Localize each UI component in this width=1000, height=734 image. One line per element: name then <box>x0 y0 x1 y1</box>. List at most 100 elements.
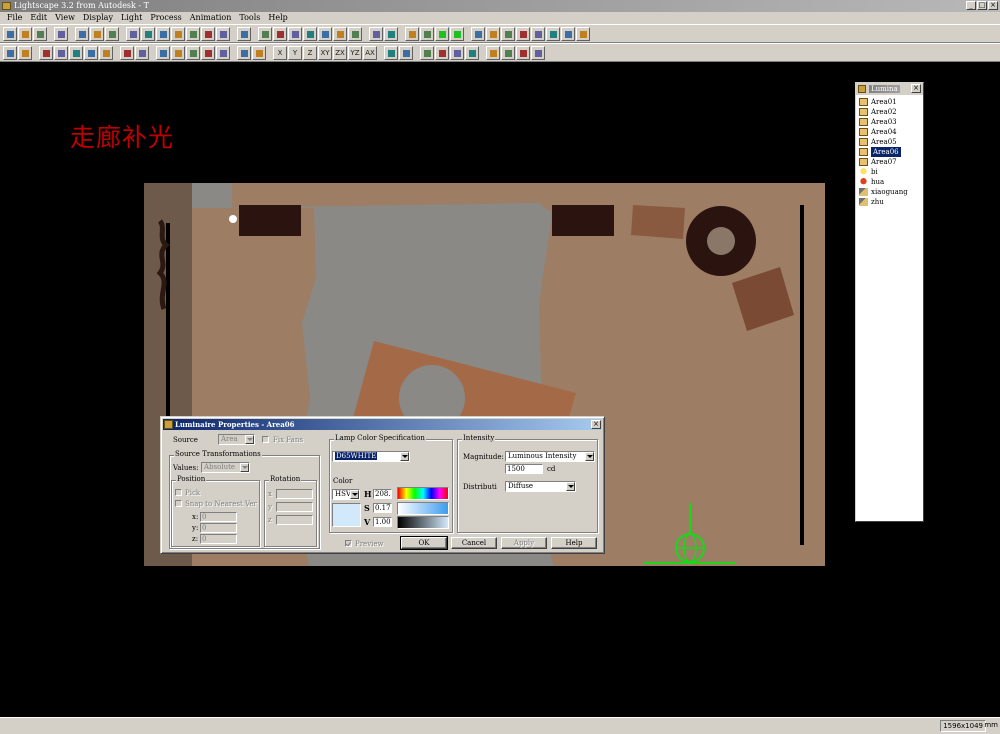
position-y-field[interactable]: 0 <box>200 523 237 533</box>
shading-off-icon[interactable] <box>405 26 419 41</box>
maximize-button[interactable]: □ <box>977 1 987 10</box>
orbit-icon[interactable] <box>258 26 272 41</box>
plane-axis-icon[interactable]: AX <box>363 45 377 60</box>
menu-display[interactable]: Display <box>79 12 117 24</box>
preview-checkbox[interactable] <box>345 540 352 547</box>
block-icon[interactable] <box>156 45 170 60</box>
rotation-x-field[interactable] <box>276 489 313 499</box>
source-select[interactable]: Area <box>218 434 255 445</box>
panel-close-button[interactable]: × <box>911 84 921 93</box>
block5-icon[interactable] <box>216 45 230 60</box>
move-icon[interactable] <box>237 45 251 60</box>
paste-icon[interactable] <box>135 45 149 60</box>
wireframe-icon[interactable] <box>237 26 251 41</box>
fix-fans-checkbox[interactable] <box>262 436 269 443</box>
select-surface4-icon[interactable] <box>84 45 98 60</box>
help-icon[interactable] <box>90 26 104 41</box>
luminaire-list-item[interactable]: hua <box>858 177 922 187</box>
layer-icon[interactable] <box>141 26 155 41</box>
tool-e-icon[interactable] <box>516 45 530 60</box>
layer5-icon[interactable] <box>201 26 215 41</box>
context-help-icon[interactable] <box>105 26 119 41</box>
luminaire-list-item[interactable]: Area06 <box>858 147 922 157</box>
luminaire-list-item[interactable]: zhu <box>858 197 922 207</box>
layer6-icon[interactable] <box>216 26 230 41</box>
menu-process[interactable]: Process <box>146 12 185 24</box>
dolly-icon[interactable] <box>318 26 332 41</box>
roll-icon[interactable] <box>333 26 347 41</box>
color-model-select[interactable]: HSV <box>332 489 360 500</box>
pick-checkbox[interactable] <box>175 489 182 496</box>
luminaire-list-item[interactable]: Area04 <box>858 127 922 137</box>
new-icon[interactable] <box>3 26 17 41</box>
lamp-color-select[interactable]: D65WHITE <box>332 451 410 462</box>
axis-z-icon[interactable]: Z <box>303 45 317 60</box>
luminaire-list-item[interactable]: bi <box>858 167 922 177</box>
select-surface-icon[interactable] <box>39 45 53 60</box>
undo-icon[interactable] <box>54 26 68 41</box>
open-icon[interactable] <box>18 26 32 41</box>
layer3-icon[interactable] <box>171 26 185 41</box>
tool-d-icon[interactable] <box>465 45 479 60</box>
snap-icon[interactable] <box>384 45 398 60</box>
render-green2-icon[interactable] <box>450 26 464 41</box>
materials-icon[interactable] <box>576 26 590 41</box>
menu-file[interactable]: File <box>3 12 26 24</box>
tool-c-icon[interactable] <box>450 45 464 60</box>
dialog-close-button[interactable]: × <box>591 420 601 429</box>
process4-icon[interactable] <box>516 26 530 41</box>
help-button[interactable]: Help <box>551 537 597 549</box>
apply-button[interactable]: Apply <box>501 537 547 549</box>
menu-help[interactable]: Help <box>264 12 291 24</box>
luminaire-list-item[interactable]: Area07 <box>858 157 922 167</box>
rotation-z-field[interactable] <box>276 515 313 525</box>
process3-icon[interactable] <box>501 26 515 41</box>
select-object-icon[interactable] <box>126 26 140 41</box>
hue-field[interactable]: 208. <box>373 489 392 499</box>
globe2-icon[interactable] <box>501 45 515 60</box>
luminaire-list-item[interactable]: Area01 <box>858 97 922 107</box>
menu-animation[interactable]: Animation <box>186 12 236 24</box>
luminaire-list-item[interactable]: Area02 <box>858 107 922 117</box>
block3-icon[interactable] <box>186 45 200 60</box>
hue-slider[interactable] <box>397 487 449 500</box>
tool-f-icon[interactable] <box>531 45 545 60</box>
distribution-select[interactable]: Diffuse <box>505 481 576 492</box>
cancel-button[interactable]: Cancel <box>451 537 497 549</box>
position-z-field[interactable]: 0 <box>200 534 237 544</box>
tool-b-icon[interactable] <box>435 45 449 60</box>
copy-icon[interactable] <box>120 45 134 60</box>
close-button[interactable]: × <box>988 1 998 10</box>
plane-xy-icon[interactable]: XY <box>318 45 332 60</box>
luminaire-list-item[interactable]: xiaoguang <box>858 187 922 197</box>
report-icon[interactable] <box>561 26 575 41</box>
light-square-icon[interactable] <box>531 26 545 41</box>
menu-light[interactable]: Light <box>117 12 146 24</box>
zoom-icon[interactable] <box>288 26 302 41</box>
saturation-field[interactable]: 0.17 <box>373 503 392 513</box>
value-slider[interactable] <box>397 516 449 529</box>
snap2-icon[interactable] <box>399 45 413 60</box>
pan-icon[interactable] <box>273 26 287 41</box>
select-icon[interactable] <box>18 45 32 60</box>
plane-zx-icon[interactable]: ZX <box>333 45 347 60</box>
values-select[interactable]: Absolute <box>201 462 250 473</box>
tool-a-icon[interactable] <box>420 45 434 60</box>
rotation-y-field[interactable] <box>276 502 313 512</box>
zoom-extents-icon[interactable] <box>369 26 383 41</box>
menu-tools[interactable]: Tools <box>235 12 264 24</box>
select-surface2-icon[interactable] <box>54 45 68 60</box>
globe-icon[interactable] <box>546 26 560 41</box>
select-surface5-icon[interactable] <box>99 45 113 60</box>
print-icon[interactable] <box>75 26 89 41</box>
position-x-field[interactable]: 0 <box>200 512 237 522</box>
saturation-slider[interactable] <box>397 502 449 515</box>
minimize-button[interactable]: _ <box>966 1 976 10</box>
block4-icon[interactable] <box>201 45 215 60</box>
layer2-icon[interactable] <box>156 26 170 41</box>
plane-yz-icon[interactable]: YZ <box>348 45 362 60</box>
process-icon[interactable] <box>471 26 485 41</box>
luminaire-list-item[interactable]: Area03 <box>858 117 922 127</box>
select-surface3-icon[interactable] <box>69 45 83 60</box>
zoom-window-icon[interactable] <box>303 26 317 41</box>
